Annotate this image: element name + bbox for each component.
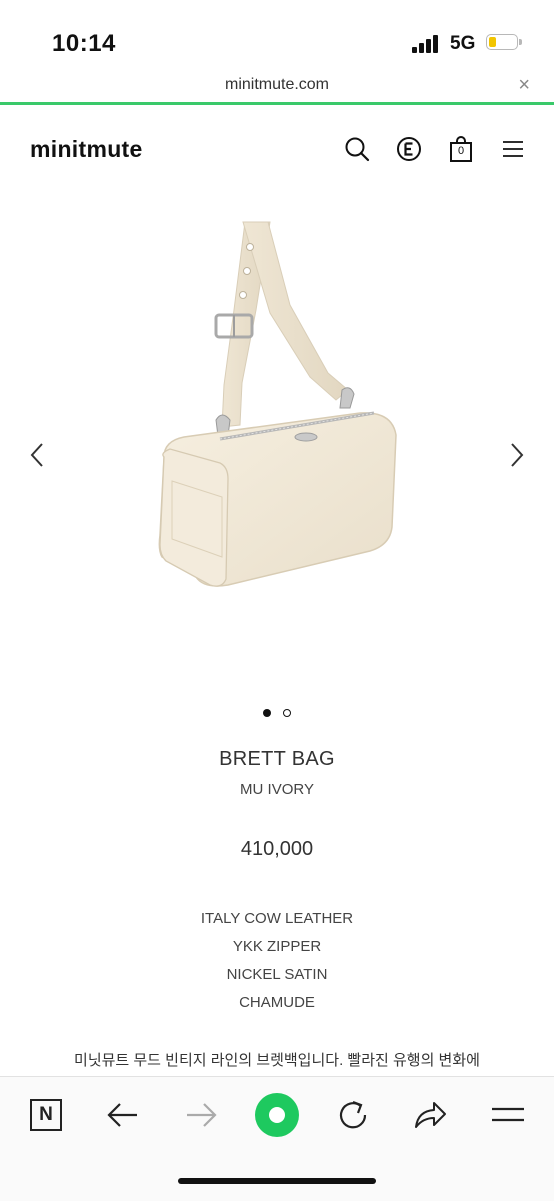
menu-icon[interactable] bbox=[500, 136, 526, 162]
naver-letter: N bbox=[39, 1104, 53, 1125]
cart-icon[interactable]: 0 bbox=[448, 136, 474, 162]
image-pagination bbox=[0, 704, 554, 722]
product-name: BRETT BAG bbox=[219, 748, 335, 770]
status-bar: 10:14 5G bbox=[0, 0, 554, 72]
cart-count: 0 bbox=[457, 145, 465, 157]
signal-icon bbox=[412, 35, 440, 53]
spec-line: ITALY COW LEATHER bbox=[200, 910, 354, 927]
spec-line: NICKEL SATIN bbox=[226, 966, 328, 983]
address-bar[interactable]: minitmute.com × bbox=[0, 72, 554, 104]
refresh-icon[interactable] bbox=[333, 1095, 373, 1135]
product-color: MU IVORY bbox=[240, 781, 314, 798]
site-header: minitmute 0 bbox=[0, 120, 554, 180]
menu-icon[interactable] bbox=[488, 1095, 528, 1135]
prev-image-arrow-icon[interactable] bbox=[28, 440, 48, 470]
spec-line: YKK ZIPPER bbox=[232, 938, 322, 955]
load-progress-bar bbox=[0, 102, 554, 105]
product-price: 410,000 bbox=[240, 838, 314, 860]
status-time: 10:14 bbox=[52, 30, 116, 57]
network-label: 5G bbox=[450, 33, 476, 54]
next-image-arrow-icon[interactable] bbox=[506, 440, 526, 470]
home-indicator[interactable] bbox=[178, 1178, 376, 1184]
share-icon[interactable] bbox=[410, 1095, 450, 1135]
product-image[interactable] bbox=[130, 205, 430, 625]
url-text[interactable]: minitmute.com bbox=[0, 76, 554, 94]
pagination-dot-2[interactable] bbox=[283, 709, 292, 717]
battery-icon bbox=[486, 34, 522, 52]
spec-line: CHAMUDE bbox=[239, 994, 315, 1011]
close-icon[interactable]: × bbox=[518, 74, 530, 97]
e-icon[interactable] bbox=[396, 136, 422, 162]
search-icon[interactable] bbox=[344, 136, 370, 162]
back-arrow-icon[interactable] bbox=[103, 1095, 143, 1135]
forward-arrow-icon[interactable] bbox=[181, 1095, 221, 1135]
product-description: 미닛뮤트 무드 빈티지 라인의 브렛백입니다. 빨라진 유행의 변화에 bbox=[74, 1052, 480, 1069]
pagination-dot-1[interactable] bbox=[262, 709, 271, 717]
site-logo[interactable]: minitmute bbox=[30, 136, 143, 163]
home-green-icon[interactable] bbox=[253, 1091, 301, 1139]
naver-n-icon[interactable]: N bbox=[26, 1095, 66, 1135]
